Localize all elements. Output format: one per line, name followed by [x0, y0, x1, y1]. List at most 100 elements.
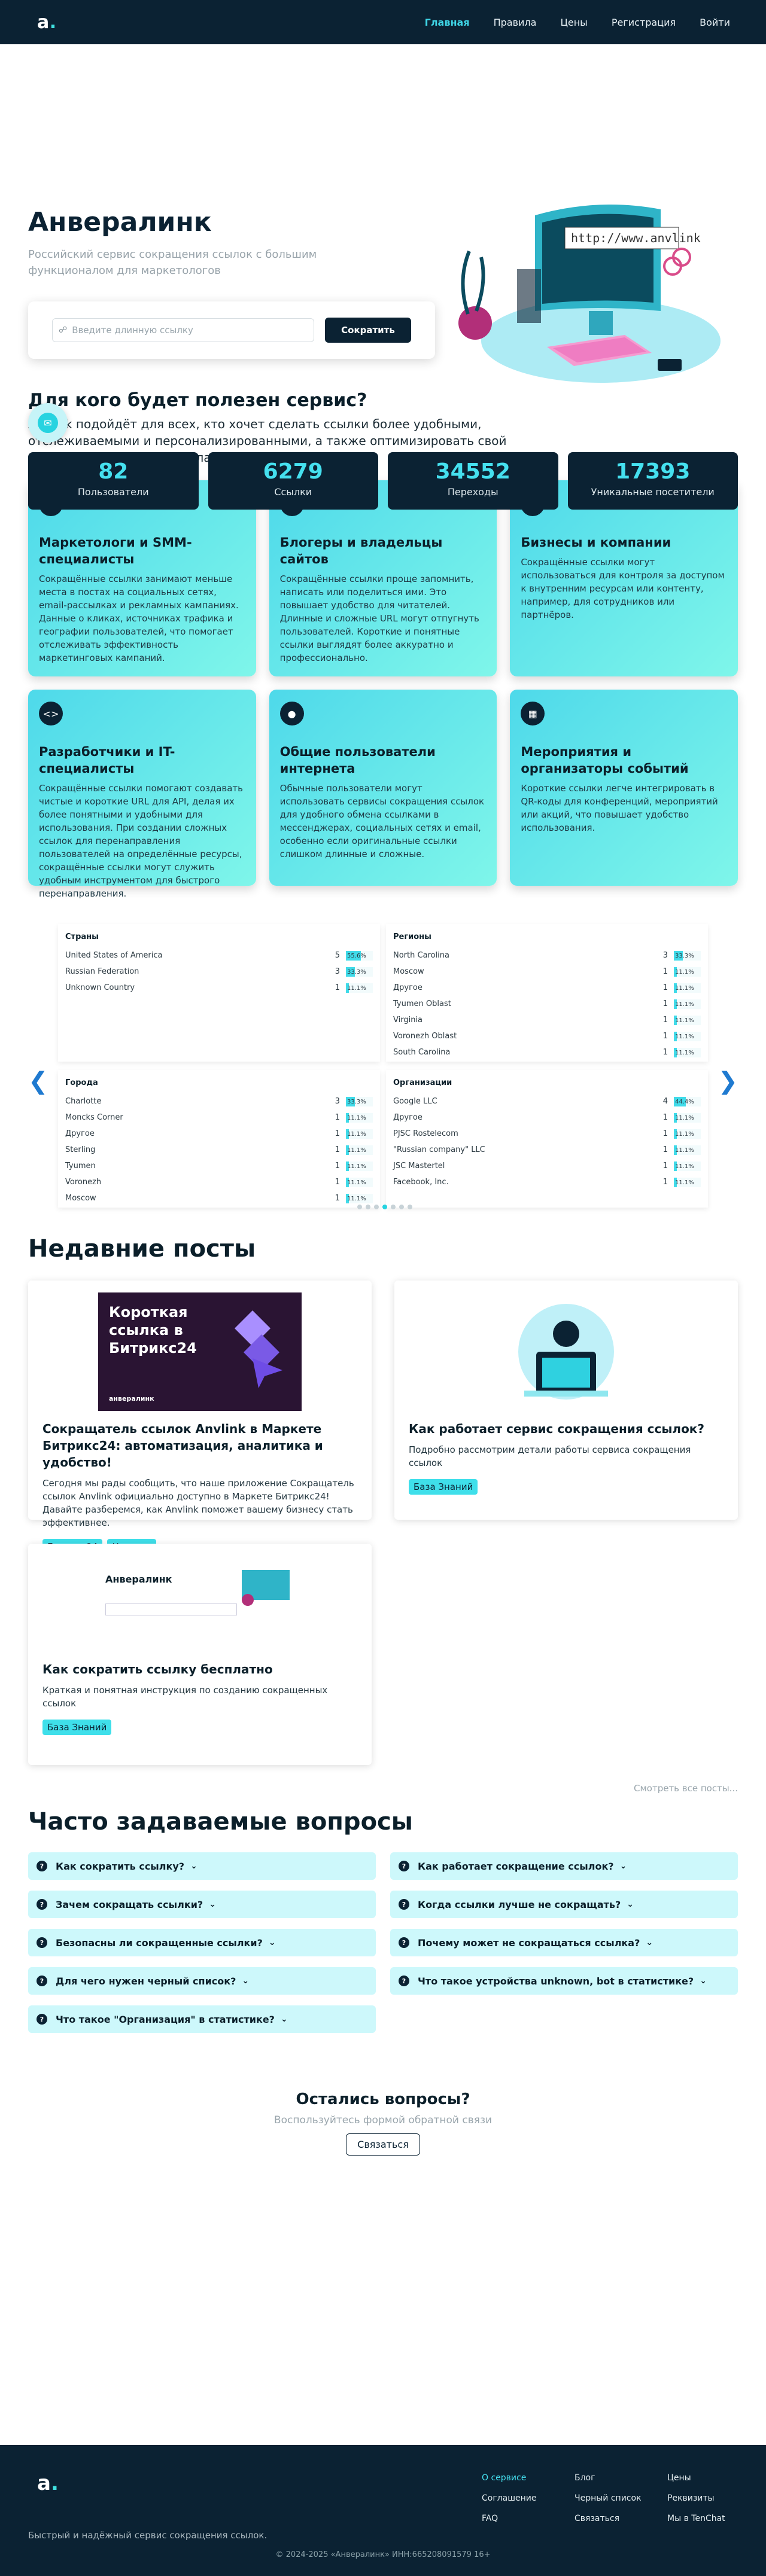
carousel-dot[interactable]: [399, 1205, 404, 1209]
footer-link[interactable]: Соглашение: [482, 2488, 537, 2508]
footer-link[interactable]: Цены: [667, 2468, 725, 2488]
row-bar: 11.1%: [346, 1161, 373, 1171]
hero-illustration: http://www.anvlink: [458, 205, 721, 383]
stat-links: 6279 Ссылки: [208, 452, 378, 510]
faq-question: Когда ссылки лучше не сокращать?: [418, 1898, 621, 1910]
row-count: 1: [662, 983, 668, 992]
row-name: United States of America: [65, 951, 163, 960]
carousel-dot[interactable]: [391, 1205, 396, 1209]
row-percent: 33.3%: [675, 952, 694, 959]
see-all-posts-link[interactable]: Смотреть все посты...: [28, 1783, 738, 1794]
hero-section: Анвералинк Российский сервис сокращения …: [0, 44, 766, 510]
carousel-dot[interactable]: [366, 1205, 370, 1209]
stat-users: 82 Пользователи: [28, 452, 199, 510]
stats-row: Другое 1 11.1%: [393, 1109, 701, 1126]
faq-item[interactable]: ? Зачем сокращать ссылки? ⌄: [28, 1891, 376, 1918]
hero-title: Анвералинк: [28, 207, 212, 237]
row-bar: 33.3%: [346, 967, 373, 977]
shorten-form: ☍ Сократить: [28, 301, 435, 359]
chat-widget[interactable]: ✉: [28, 403, 68, 443]
nav-home[interactable]: Главная: [425, 17, 470, 28]
faq-item[interactable]: ? Как сократить ссылку? ⌄: [28, 1852, 376, 1880]
faq-item[interactable]: ? Для чего нужен черный список? ⌄: [28, 1967, 376, 1995]
footer-link[interactable]: О сервисе: [482, 2468, 537, 2488]
shorten-button[interactable]: Сократить: [325, 318, 411, 343]
stats-row: Unknown Country 1 11.1%: [65, 980, 373, 996]
logo[interactable]: a.: [37, 12, 57, 33]
stat-unique: 17393 Уникальные посетители: [567, 452, 738, 510]
row-name: Moncks Corner: [65, 1113, 123, 1122]
audience-card: ▣Бизнесы и компанииСокращённые ссылки мо…: [510, 480, 738, 676]
row-name: PJSC Rostelecom: [393, 1129, 458, 1138]
carousel-dot[interactable]: [408, 1205, 412, 1209]
faq-item[interactable]: ? Безопасны ли сокращенные ссылки? ⌄: [28, 1929, 376, 1956]
post-card[interactable]: Короткая ссылка в Битрикс24 анвералинк С…: [28, 1281, 372, 1554]
audience-cards: ⚑Маркетологи и SMM-специалистыСокращённы…: [28, 480, 738, 899]
question-icon: ?: [399, 1976, 409, 1986]
url-input[interactable]: [72, 325, 314, 336]
main-nav: Главная Правила Цены Регистрация Войти: [425, 17, 730, 28]
faq-question: Почему может не сокращаться ссылка?: [418, 1937, 640, 1949]
row-name: Russian Federation: [65, 967, 139, 976]
row-name: Charlotte: [65, 1097, 102, 1106]
tag[interactable]: База Знаний: [409, 1479, 478, 1495]
carousel-prev-icon[interactable]: ❮: [28, 1068, 48, 1095]
tag[interactable]: База Знаний: [42, 1720, 112, 1735]
stats-row: Tyumen Oblast 1 11.1%: [393, 996, 701, 1012]
stats-row: Другое 1 11.1%: [393, 980, 701, 996]
calendar-icon: ▦: [521, 702, 545, 725]
stats-row: Moncks Corner 1 11.1%: [65, 1109, 373, 1126]
row-name: Другое: [393, 983, 422, 992]
footer-link[interactable]: Мы в TenChat: [667, 2508, 725, 2529]
row-percent: 11.1%: [347, 1114, 366, 1121]
footer-link[interactable]: Реквизиты: [667, 2488, 725, 2508]
stats-panel: Города Charlotte 3 33.3% Moncks Corner 1 11.1%…: [58, 1070, 380, 1208]
stats-row: PJSC Rostelecom 1 11.1%: [393, 1126, 701, 1142]
nav-rules[interactable]: Правила: [494, 17, 537, 28]
row-bar: 44.4%: [674, 1096, 701, 1106]
footer-logo[interactable]: a.: [37, 2471, 59, 2495]
chevron-down-icon: ⌄: [700, 1976, 707, 1986]
row-name: "Russian company" LLC: [393, 1145, 485, 1154]
link-icon: ☍: [59, 325, 68, 335]
audience-card: ◎Блогеры и владельцы сайтовСокращённые с…: [269, 480, 497, 676]
footer-link[interactable]: FAQ: [482, 2508, 537, 2529]
faq-item[interactable]: ? Почему может не сокращаться ссылка? ⌄: [390, 1929, 738, 1956]
row-count: 1: [335, 1194, 340, 1203]
post-card[interactable]: Как работает сервис сокращения ссылок? П…: [394, 1281, 738, 1520]
chevron-down-icon: ⌄: [242, 1976, 250, 1986]
stats-row: Google LLC 4 44.4%: [393, 1093, 701, 1109]
carousel-next-icon[interactable]: ❯: [718, 1068, 738, 1095]
faq-item[interactable]: ? Как работает сокращение ссылок? ⌄: [390, 1852, 738, 1880]
carousel-dot[interactable]: [357, 1205, 362, 1209]
row-count: 3: [662, 951, 668, 960]
footer-link[interactable]: Связаться: [574, 2508, 642, 2529]
faq-item[interactable]: ? Что такое устройства unknown, bot в ста…: [390, 1967, 738, 1995]
row-percent: 11.1%: [347, 1130, 366, 1138]
nav-register[interactable]: Регистрация: [612, 17, 676, 28]
post-card[interactable]: Анвералинк Как сократить ссылку бесплатн…: [28, 1544, 372, 1765]
faq-question: Безопасны ли сокращенные ссылки?: [56, 1937, 263, 1949]
row-percent: 11.1%: [347, 1195, 366, 1202]
row-count: 1: [662, 1162, 668, 1170]
faq-item[interactable]: ? Что такое "Организация" в статистике? ⌄: [28, 2005, 376, 2033]
stats-row: "Russian company" LLC 1 11.1%: [393, 1142, 701, 1158]
nav-prices[interactable]: Цены: [560, 17, 587, 28]
question-icon: ?: [399, 1937, 409, 1948]
faq-title: Часто задаваемые вопросы: [28, 1808, 413, 1836]
row-count: 1: [662, 967, 668, 976]
footer-link[interactable]: Блог: [574, 2468, 642, 2488]
carousel-dot[interactable]: [382, 1205, 387, 1209]
footer-col: Блог Черный список Связаться: [574, 2468, 642, 2529]
row-count: 1: [662, 1016, 668, 1025]
stats-row: Charlotte 3 33.3%: [65, 1093, 373, 1109]
row-count: 3: [335, 1097, 340, 1106]
row-name: Google LLC: [393, 1097, 437, 1106]
carousel-dot[interactable]: [374, 1205, 379, 1209]
contact-button[interactable]: Связаться: [346, 2133, 420, 2156]
nav-login[interactable]: Войти: [700, 17, 730, 28]
row-percent: 11.1%: [675, 1001, 694, 1008]
panel-title: Организации: [393, 1078, 452, 1087]
faq-item[interactable]: ? Когда ссылки лучше не сокращать? ⌄: [390, 1891, 738, 1918]
footer-link[interactable]: Черный список: [574, 2488, 642, 2508]
